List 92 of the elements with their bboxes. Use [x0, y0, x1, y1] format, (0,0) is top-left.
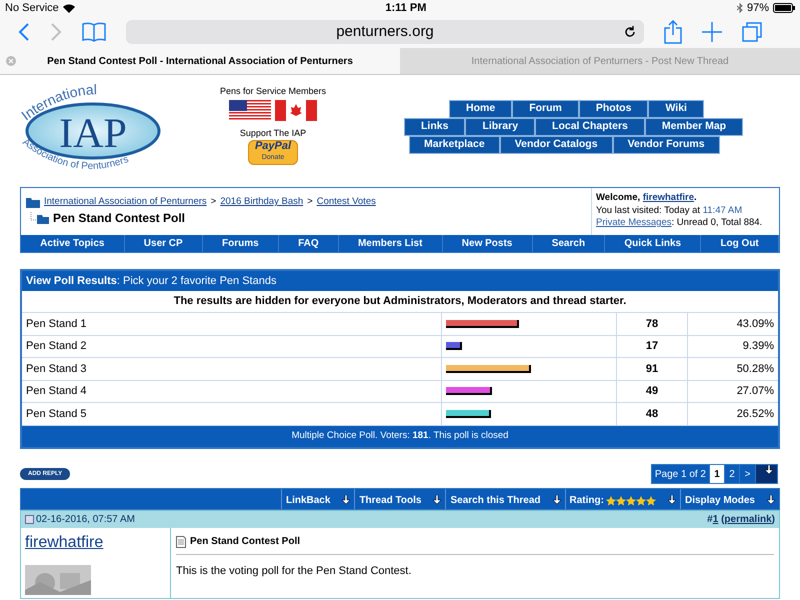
battery-icon	[772, 3, 795, 13]
option-label: Pen Stand 5	[22, 403, 442, 424]
post-body: This is the voting poll for the Pen Stand Contest.	[176, 564, 412, 579]
forum-nav-link[interactable]: Members List	[338, 235, 443, 252]
document-icon	[176, 536, 186, 548]
forum-nav-link[interactable]: User CP	[124, 235, 203, 252]
site-nav-button[interactable]: Local Chapters	[535, 118, 645, 136]
forum-nav-link[interactable]: New Posts	[442, 235, 533, 252]
page-link[interactable]: 1	[709, 465, 724, 483]
site-nav-button[interactable]: Links	[404, 118, 466, 136]
post-number-link[interactable]: 1	[712, 514, 718, 525]
private-messages-link[interactable]: Private Messages	[596, 217, 672, 228]
down-arrow-icon	[552, 494, 561, 504]
post-title: Pen Stand Contest Poll	[190, 535, 300, 549]
forum-nav-link[interactable]: Forums	[202, 235, 279, 252]
option-label: Pen Stand 1	[22, 313, 442, 334]
site-nav-button[interactable]: Member Map	[644, 118, 744, 136]
reload-icon[interactable]	[624, 26, 636, 38]
thread-tool-menu[interactable]: Search this Thread	[445, 489, 565, 509]
site-nav-button[interactable]: Forum	[512, 100, 579, 118]
book-icon[interactable]	[82, 22, 106, 42]
private-messages-text: Private Messages: Unread 0, Total 884.	[596, 217, 764, 230]
thread-tool-menu[interactable]: Thread Tools	[354, 489, 446, 509]
down-arrow-icon	[433, 494, 442, 504]
canada-flag-icon	[275, 100, 317, 120]
forum-nav-link[interactable]: Active Topics	[21, 235, 125, 252]
vote-count: 17	[617, 336, 688, 357]
thread-tool-menu[interactable]: LinkBack	[280, 489, 354, 509]
forum-nav-link[interactable]: Log Out	[701, 235, 779, 252]
down-arrow-icon	[668, 494, 676, 504]
wifi-icon	[62, 4, 75, 12]
breadcrumb-link[interactable]: Contest Votes	[316, 195, 376, 210]
back-icon[interactable]	[18, 23, 30, 41]
clock-label: 1:11 PM	[385, 0, 426, 16]
breadcrumb-link[interactable]: 2016 Birthday Bash	[220, 195, 304, 210]
site-nav-button[interactable]: Home	[449, 100, 512, 118]
us-flag-icon	[229, 100, 271, 120]
post-icon	[25, 515, 34, 524]
pagination: Page 1 of 2 1 2 >	[650, 464, 778, 484]
breadcrumb-separator: >	[210, 195, 216, 209]
vote-percent: 27.07%	[736, 384, 775, 399]
vote-count: 49	[617, 380, 688, 402]
battery-label: 97%	[746, 0, 769, 16]
poll-header: View Poll Results: Pick your 2 favorite Pen Stands	[22, 271, 778, 291]
poll-notice: The results are hidden for everyone but Administrators, Moderators and thread starter.	[22, 291, 778, 313]
share-icon[interactable]	[664, 20, 682, 44]
poll-footer: Multiple Choice Poll. Voters: 181. This poll is closed	[22, 426, 778, 447]
tabs-icon[interactable]	[742, 22, 762, 42]
address-bar[interactable]: penturners.org	[126, 20, 644, 44]
author-link[interactable]: firewhatfire	[25, 534, 104, 551]
page-title: Pen Stand Contest Poll	[53, 210, 186, 228]
vote-percent: 26.52%	[736, 406, 775, 422]
site-nav-button[interactable]: Vendor Catalogs	[500, 136, 613, 154]
browser-tab[interactable]: Pen Stand Contest Poll - International Association of Penturners	[0, 48, 400, 74]
vote-percent: 9.39%	[742, 339, 775, 354]
support-label: Support The IAP	[240, 126, 306, 140]
welcome-text: Welcome, firewhatfire.	[596, 192, 698, 204]
down-arrow-icon	[767, 494, 775, 504]
breadcrumb-link[interactable]: International Association of Penturners	[44, 195, 207, 210]
last-visited-text: You last visited: Today at 11:47 AM	[596, 204, 744, 217]
site-nav-button[interactable]: Wiki	[648, 100, 704, 118]
vote-count: 48	[617, 403, 688, 424]
post-date: 02-16-2016, 07:57 AM	[36, 513, 135, 527]
forum-nav-link[interactable]: Search	[532, 235, 606, 252]
permalink-link[interactable]: permalink	[724, 514, 772, 525]
site-nav-button[interactable]: Library	[465, 118, 536, 136]
folder-icon	[26, 196, 40, 208]
site-nav-button[interactable]: Vendor Forums	[612, 136, 720, 154]
forum-nav-link[interactable]: Quick Links	[605, 235, 702, 252]
vote-count: 78	[617, 313, 688, 334]
post-number: #1 (permalink)	[707, 513, 775, 527]
close-icon[interactable]	[6, 56, 16, 66]
carrier-label: No Service	[5, 0, 59, 16]
down-arrow-icon	[342, 494, 350, 504]
vote-percent: 43.09%	[736, 316, 775, 332]
breadcrumb-separator: >	[307, 195, 313, 209]
service-label: Pens for Service Members	[220, 85, 326, 98]
folder-tree-icon	[30, 212, 50, 224]
vote-count: 91	[617, 358, 688, 380]
site-nav-button[interactable]: Marketplace	[409, 136, 500, 154]
option-label: Pen Stand 3	[22, 358, 442, 380]
thread-tool-menu[interactable]: Rating:	[564, 489, 680, 509]
option-label: Pen Stand 2	[22, 336, 442, 357]
plus-icon[interactable]	[702, 22, 722, 42]
bluetooth-icon	[736, 3, 743, 13]
thread-tool-menu[interactable]: Display Modes	[680, 489, 779, 509]
site-nav-button[interactable]: Photos	[578, 100, 648, 118]
user-link[interactable]: firewhatfire	[642, 192, 694, 203]
vote-percent: 50.28%	[736, 362, 775, 376]
option-label: Pen Stand 4	[22, 380, 442, 402]
forum-nav-link[interactable]: FAQ	[278, 235, 339, 252]
down-arrow-icon	[764, 465, 772, 474]
